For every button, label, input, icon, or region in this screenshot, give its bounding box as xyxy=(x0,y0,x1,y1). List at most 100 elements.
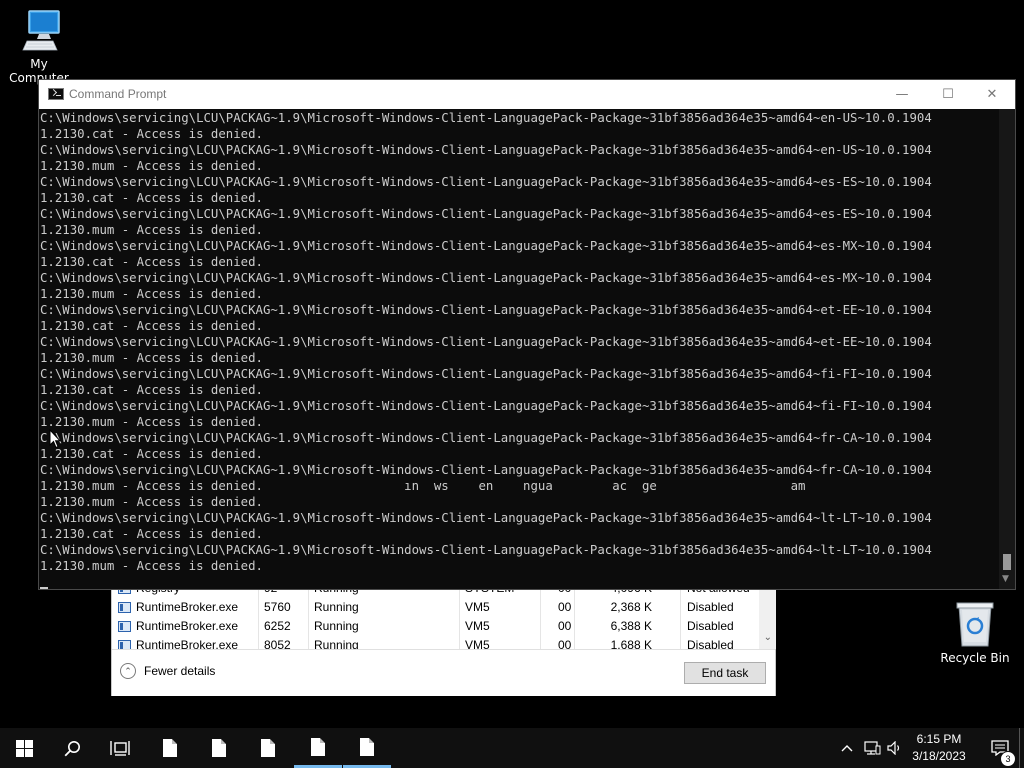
notification-count-badge: 3 xyxy=(1000,751,1016,767)
process-table: Registry 92 Running SYSTEM 00 4,096 K No… xyxy=(112,587,777,649)
network-tray-button[interactable] xyxy=(860,728,884,768)
console-line: 1.2130.cat - Access is denied. xyxy=(40,255,263,269)
console-line: C:\Windows\servicing\LCU\PACKAG~1.9\Micr… xyxy=(40,511,932,525)
end-task-button[interactable]: End task xyxy=(684,662,766,684)
recycle-bin-icon xyxy=(956,602,994,647)
console-line: 1.2130.cat - Access is denied. xyxy=(40,383,263,397)
console-line: 1.2130.mum - Access is denied. xyxy=(40,223,263,237)
start-button[interactable] xyxy=(0,728,48,768)
console-line: C:\Windows\servicing\LCU\PACKAG~1.9\Micr… xyxy=(40,431,932,445)
console-line: C:\Windows\servicing\LCU\PACKAG~1.9\Micr… xyxy=(40,367,932,381)
console-line: C:\Windows\servicing\LCU\PACKAG~1.9\Micr… xyxy=(40,303,932,317)
clock[interactable]: 6:15 PM 3/18/2023 xyxy=(906,731,972,765)
process-cpu: 00 xyxy=(558,600,572,614)
show-desktop-button[interactable] xyxy=(1019,728,1020,768)
file-icon xyxy=(212,739,226,757)
command-prompt-window: Command Prompt — ☐ ✕ C:\Windows\servicin… xyxy=(38,79,1016,590)
scrollbar-thumb[interactable] xyxy=(1003,554,1011,570)
process-pid: 5760 xyxy=(264,600,291,614)
process-name: RuntimeBroker.exe xyxy=(136,600,239,614)
taskbar-item-file-1[interactable] xyxy=(146,728,194,768)
process-user: VM5 xyxy=(465,638,490,649)
process-icon xyxy=(118,602,131,613)
console-line: 1.2130.mum - Access is denied. xyxy=(40,559,263,573)
window-title: Command Prompt xyxy=(69,87,167,101)
console-line: C:\Windows\servicing\LCU\PACKAG~1.9\Micr… xyxy=(40,463,932,477)
console-line: 1.2130.cat - Access is denied. xyxy=(40,319,263,333)
task-manager-footer: ⌃ Fewer details End task xyxy=(112,649,775,696)
table-row[interactable]: RuntimeBroker.exe 6252 Running VM5 00 6,… xyxy=(112,617,777,636)
taskbar-item-file-4[interactable] xyxy=(294,728,342,768)
process-status: Running xyxy=(314,638,359,649)
console-line: C:\Windows\servicing\LCU\PACKAG~1.9\Micr… xyxy=(40,175,932,189)
text-cursor xyxy=(40,587,48,589)
process-icon xyxy=(118,621,131,632)
action-center-button[interactable]: 3 xyxy=(980,728,1020,768)
chevron-up-icon xyxy=(841,745,853,752)
minimize-button[interactable]: — xyxy=(879,80,925,109)
taskbar: 6:15 PM 3/18/2023 3 xyxy=(0,728,1024,768)
chevron-up-icon: ⌃ xyxy=(120,663,136,679)
recycle-bin-desktop-icon[interactable]: Recycle Bin xyxy=(940,600,1010,665)
mouse-pointer-icon xyxy=(49,429,61,449)
fewer-details-label: Fewer details xyxy=(144,664,216,678)
process-pid: 8052 xyxy=(264,638,291,649)
fewer-details-button[interactable]: ⌃ Fewer details xyxy=(120,663,215,679)
file-icon xyxy=(311,737,325,756)
console-line: C:\Windows\servicing\LCU\PACKAG~1.9\Micr… xyxy=(40,271,932,285)
process-status: Running xyxy=(314,619,359,633)
console-line: 1.2130.cat - Access is denied. xyxy=(40,127,263,141)
process-pid: 6252 xyxy=(264,619,291,633)
process-memory: 2,368 K xyxy=(610,600,652,614)
my-computer-desktop-icon[interactable]: My Computer xyxy=(0,8,78,85)
task-view-button[interactable] xyxy=(96,728,144,768)
console-line: C:\Windows\servicing\LCU\PACKAG~1.9\Micr… xyxy=(40,543,932,557)
process-cpu: 00 xyxy=(558,638,572,649)
title-bar[interactable]: Command Prompt — ☐ ✕ xyxy=(39,80,1015,109)
clock-time: 6:15 PM xyxy=(916,732,962,746)
taskbar-item-file-5[interactable] xyxy=(343,728,391,768)
console-output[interactable]: C:\Windows\servicing\LCU\PACKAG~1.9\Micr… xyxy=(40,110,998,590)
file-icon xyxy=(360,737,374,756)
console-line: 1.2130.mum - Access is denied. xyxy=(40,159,263,173)
process-name: RuntimeBroker.exe xyxy=(136,619,239,633)
console-line: C:\Windows\servicing\LCU\PACKAG~1.9\Micr… xyxy=(40,111,932,125)
process-uac: Disabled xyxy=(687,600,734,614)
table-scrollbar[interactable]: ⌄ xyxy=(759,587,776,649)
console-line: 1.2130.cat - Access is denied. xyxy=(40,527,263,541)
table-row[interactable]: RuntimeBroker.exe 5760 Running VM5 00 2,… xyxy=(112,598,777,617)
task-view-icon xyxy=(110,741,130,756)
console-line: C:\Windows\servicing\LCU\PACKAG~1.9\Micr… xyxy=(40,239,932,253)
volume-tray-button[interactable] xyxy=(884,728,906,768)
close-button[interactable]: ✕ xyxy=(969,80,1015,109)
process-memory: 1,688 K xyxy=(610,638,652,649)
console-line: 1.2130.mum - Access is denied. xyxy=(40,415,263,429)
task-manager-window: Registry 92 Running SYSTEM 00 4,096 K No… xyxy=(111,586,776,696)
taskbar-item-file-3[interactable] xyxy=(244,728,292,768)
volume-icon xyxy=(887,741,900,755)
computer-icon xyxy=(22,10,60,51)
scroll-down-arrow-icon[interactable]: ⌄ xyxy=(764,631,772,645)
console-line: 1.2130.mum - Access is denied. xyxy=(40,287,263,301)
table-row[interactable]: RuntimeBroker.exe 8052 Running VM5 00 1,… xyxy=(112,636,777,649)
search-icon xyxy=(64,740,80,756)
taskbar-item-file-2[interactable] xyxy=(195,728,243,768)
console-scrollbar[interactable]: ▼ xyxy=(999,109,1015,589)
process-user: VM5 xyxy=(465,619,490,633)
process-icon xyxy=(118,640,131,649)
search-button[interactable] xyxy=(48,728,96,768)
console-line: 1.2130.mum - Access is denied. xyxy=(40,495,263,509)
console-line: 1.2130.cat - Access is denied. xyxy=(40,447,263,461)
clock-date: 3/18/2023 xyxy=(912,749,966,763)
windows-logo-icon xyxy=(15,739,33,757)
recycle-bin-label: Recycle Bin xyxy=(940,651,1010,665)
scroll-down-arrow-icon[interactable]: ▼ xyxy=(1002,573,1009,585)
process-name: RuntimeBroker.exe xyxy=(136,638,239,649)
maximize-button[interactable]: ☐ xyxy=(925,80,971,109)
show-hidden-icons-button[interactable] xyxy=(836,728,858,768)
file-icon xyxy=(163,739,177,757)
console-line: 1.2130.mum - Access is denied. ın ws en … xyxy=(40,479,806,493)
console-line: C:\Windows\servicing\LCU\PACKAG~1.9\Micr… xyxy=(40,207,932,221)
console-line: C:\Windows\servicing\LCU\PACKAG~1.9\Micr… xyxy=(40,143,932,157)
process-cpu: 00 xyxy=(558,619,572,633)
